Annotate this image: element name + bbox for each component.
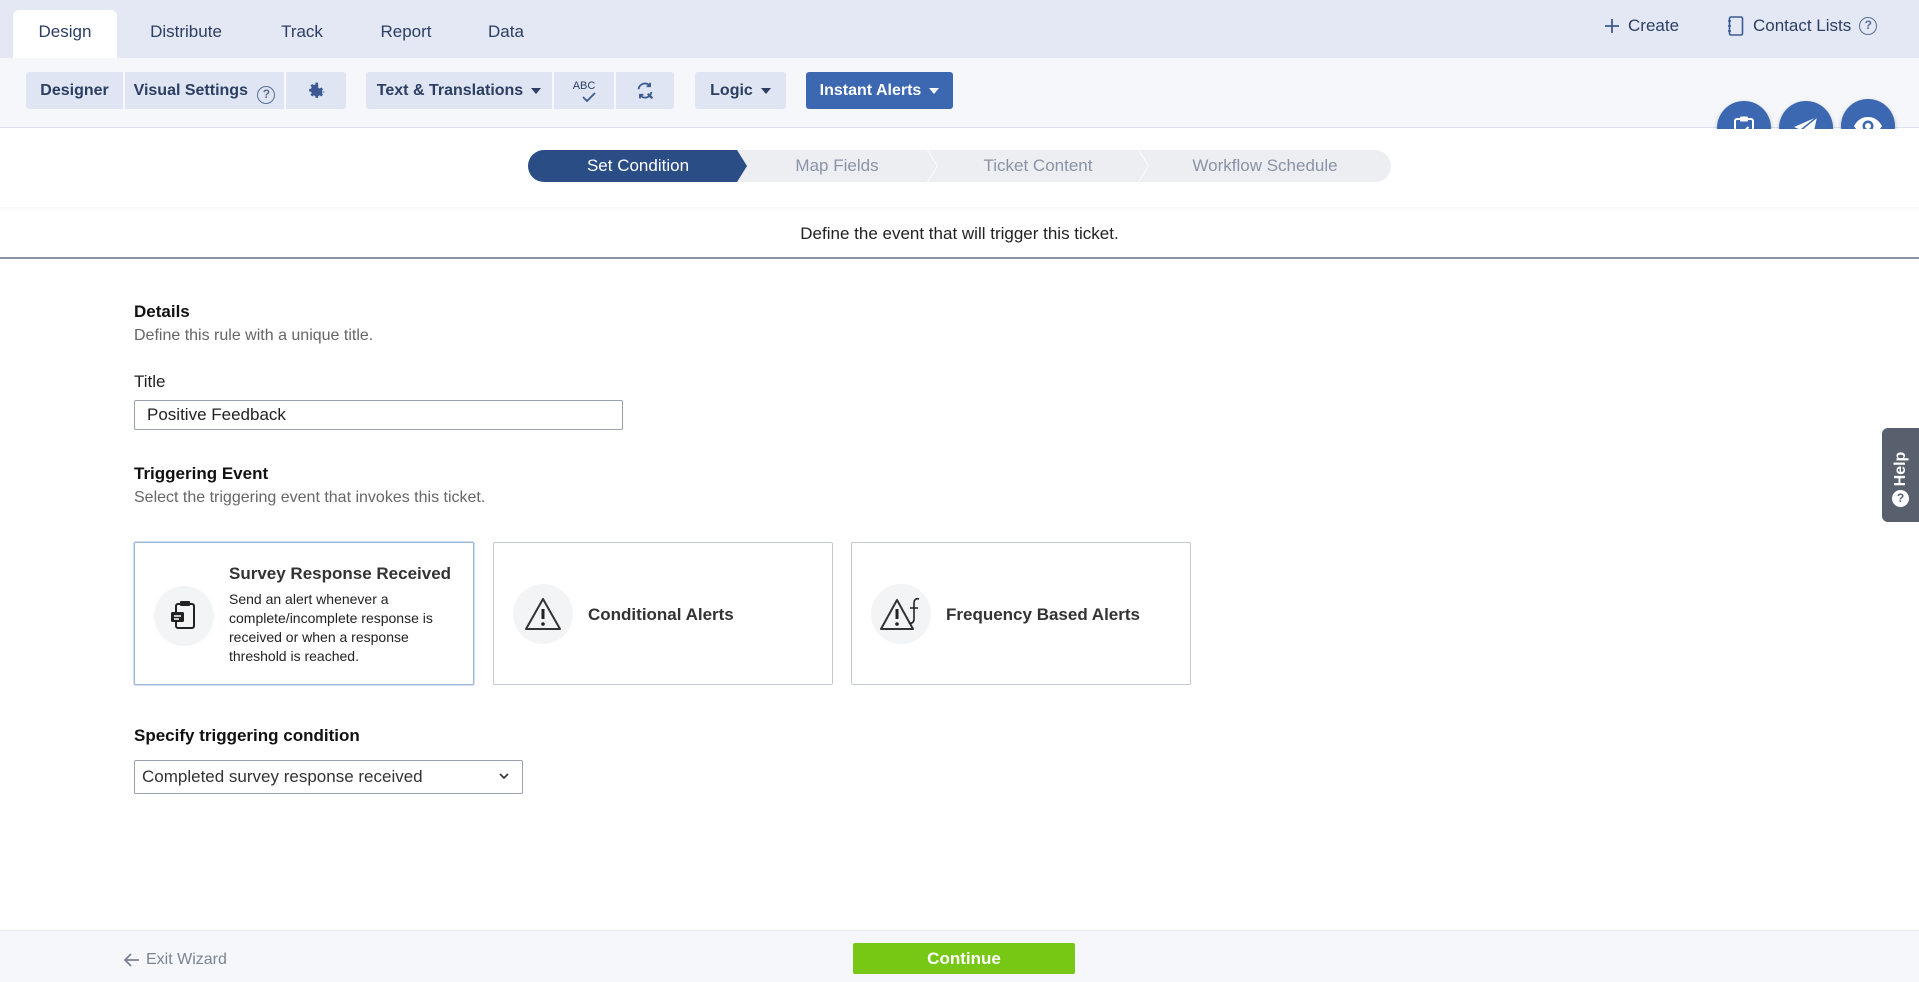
step-map-fields[interactable]: Map Fields (737, 150, 937, 182)
toolbar: Designer Visual Settings ? Text & Transl… (0, 58, 1919, 128)
title-input[interactable] (134, 400, 623, 430)
logic-label: Logic (710, 82, 753, 99)
card-title: Frequency Based Alerts (946, 605, 1140, 624)
create-label: Create (1628, 16, 1680, 35)
card-title: Survey Response Received (229, 564, 452, 583)
step-ticket-content[interactable]: Ticket Content (928, 150, 1148, 182)
help-icon[interactable]: ? (257, 86, 276, 104)
details-heading: Details (134, 302, 190, 321)
spellcheck-button[interactable]: ABC (554, 72, 614, 109)
step-set-condition[interactable]: Set Condition (528, 150, 748, 182)
check-icon (582, 92, 596, 102)
triggering-description: Select the triggering event that invokes… (134, 489, 486, 506)
divider (0, 257, 1919, 259)
tab-data[interactable]: Data (470, 10, 542, 58)
triggering-heading: Triggering Event (134, 464, 269, 483)
condition-select[interactable]: Completed survey response received (134, 760, 523, 794)
refresh-search-icon (637, 82, 654, 99)
help-icon: ? (1892, 490, 1909, 507)
help-tab-label: Help (1892, 451, 1909, 487)
clipboard-icon (154, 586, 214, 646)
help-side-tab[interactable]: Help ? (1882, 428, 1919, 522)
card-frequency-based-alerts[interactable]: Frequency Based Alerts (851, 542, 1191, 685)
card-survey-response-received[interactable]: Survey Response Received Send an alert w… (134, 542, 474, 685)
exit-wizard-label: Exit Wizard (146, 951, 227, 968)
visual-settings-button[interactable]: Visual Settings ? (125, 72, 284, 109)
tab-track[interactable]: Track (262, 10, 342, 58)
contact-lists-button[interactable]: Contact Lists ? (1727, 16, 1878, 36)
logic-button[interactable]: Logic (695, 72, 786, 109)
contact-lists-label: Contact Lists (1753, 16, 1852, 35)
help-icon[interactable]: ? (1859, 17, 1878, 35)
card-title: Conditional Alerts (588, 605, 734, 624)
card-description: Send an alert whenever a complete/incomp… (229, 591, 433, 664)
tab-report[interactable]: Report (366, 10, 446, 58)
card-conditional-alerts[interactable]: Conditional Alerts (493, 542, 833, 685)
create-button[interactable]: Create (1604, 16, 1679, 36)
plus-icon (1605, 19, 1619, 33)
designer-button[interactable]: Designer (26, 72, 123, 109)
details-description: Define this rule with a unique title. (134, 327, 374, 344)
settings-button[interactable] (286, 72, 346, 109)
refresh-search-button[interactable] (616, 72, 674, 109)
step-description: Define the event that will trigger this … (800, 224, 1119, 243)
chevron-down-icon (929, 87, 940, 94)
exit-wizard-link[interactable]: Exit Wizard (124, 951, 227, 969)
chevron-down-icon (531, 87, 542, 94)
title-label: Title (134, 372, 166, 391)
footer: Exit Wizard Continue (0, 930, 1919, 982)
tab-design[interactable]: Design (13, 10, 117, 58)
warning-icon (513, 584, 573, 644)
text-translations-label: Text & Translations (376, 82, 524, 99)
tab-distribute[interactable]: Distribute (130, 10, 242, 58)
warning-function-icon (871, 584, 931, 644)
wizard-stepper: Set Condition Map Fields Ticket Content … (0, 129, 1919, 207)
visual-settings-label: Visual Settings (133, 82, 248, 99)
continue-button[interactable]: Continue (853, 943, 1075, 974)
spellcheck-icon: ABC (572, 80, 596, 92)
gear-icon (309, 82, 325, 98)
condition-heading: Specify triggering condition (134, 726, 360, 745)
instant-alerts-label: Instant Alerts (819, 82, 922, 99)
instant-alerts-button[interactable]: Instant Alerts (806, 72, 953, 109)
chevron-down-icon (499, 773, 509, 780)
arrow-left-icon (124, 953, 139, 967)
condition-selected-value: Completed survey response received (142, 767, 423, 786)
chevron-down-icon (760, 87, 771, 94)
address-book-icon (1728, 16, 1744, 36)
text-translations-button[interactable]: Text & Translations (366, 72, 552, 109)
step-workflow-schedule[interactable]: Workflow Schedule (1139, 150, 1391, 182)
top-nav: Design Distribute Track Report Data Crea… (0, 0, 1919, 58)
